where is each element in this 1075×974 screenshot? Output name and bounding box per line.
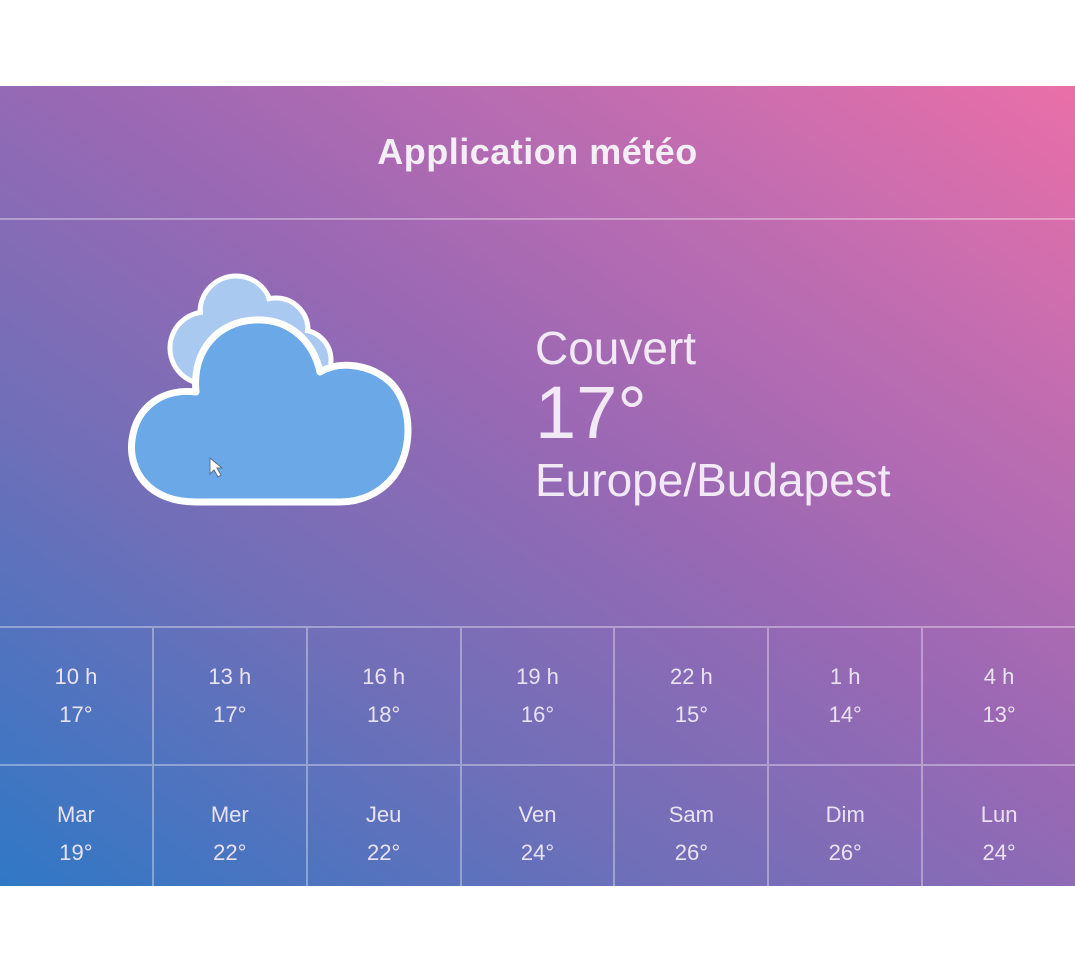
hourly-time: 13 h xyxy=(208,664,252,689)
cloudy-icon xyxy=(126,270,416,520)
hourly-forecast: 10 h 17° 13 h 17° 16 h 18° 19 h 16° 22 h… xyxy=(0,626,1075,764)
daily-day: Mar xyxy=(56,802,95,827)
app-header: Application météo xyxy=(0,86,1075,220)
daily-day: Jeu xyxy=(365,802,402,827)
hourly-temp: 18° xyxy=(367,702,401,727)
hourly-time: 16 h xyxy=(362,664,406,689)
hourly-temp: 16° xyxy=(520,702,555,727)
hourly-time: 22 h xyxy=(669,664,713,689)
daily-cell: Dim 26° xyxy=(769,766,924,886)
daily-temp: 22° xyxy=(213,840,247,865)
hourly-cell: 1 h 14° xyxy=(769,628,924,764)
daily-cell: Mar 19° xyxy=(0,766,154,886)
condition-label: Couvert xyxy=(535,322,697,374)
timezone-label: Europe/Budapest xyxy=(535,454,891,506)
daily-temp: 19° xyxy=(59,840,93,865)
daily-temp: 22° xyxy=(367,840,401,865)
daily-day: Sam xyxy=(668,802,714,827)
hourly-temp: 17° xyxy=(59,702,93,727)
daily-cell: Lun 24° xyxy=(923,766,1075,886)
daily-temp: 24° xyxy=(982,840,1016,865)
daily-cell: Sam 26° xyxy=(615,766,770,886)
daily-temp: 26° xyxy=(828,840,862,865)
app-title: Application météo xyxy=(377,131,698,172)
daily-day: Lun xyxy=(980,802,1018,827)
hourly-cell: 16 h 18° xyxy=(308,628,462,764)
daily-temp: 26° xyxy=(674,840,708,865)
hourly-temp: 15° xyxy=(674,702,708,727)
hourly-cell: 22 h 15° xyxy=(615,628,770,764)
hourly-temp: 13° xyxy=(982,702,1016,727)
hourly-cell: 19 h 16° xyxy=(462,628,616,764)
hourly-time: 4 h xyxy=(983,664,1015,689)
hourly-temp: 17° xyxy=(213,702,247,727)
hourly-time: 10 h xyxy=(54,664,98,689)
current-conditions: Couvert 17° Europe/Budapest xyxy=(535,322,891,510)
hourly-cell: 13 h 17° xyxy=(154,628,308,764)
daily-day: Ven xyxy=(518,802,557,827)
hourly-time: 1 h xyxy=(829,664,861,689)
daily-forecast: Mar 19° Mer 22° Jeu 22° Ven 24° Sam 26° … xyxy=(0,764,1075,886)
weather-app: Application météo Couvert 17° Europe/Bud… xyxy=(0,86,1075,886)
daily-day: Mer xyxy=(210,802,249,827)
current-temperature: 17° xyxy=(535,371,647,454)
daily-cell: Ven 24° xyxy=(462,766,616,886)
hourly-cell: 4 h 13° xyxy=(923,628,1075,764)
hourly-cell: 10 h 17° xyxy=(0,628,154,764)
hourly-temp: 14° xyxy=(828,702,862,727)
daily-cell: Mer 22° xyxy=(154,766,308,886)
daily-temp: 24° xyxy=(520,840,555,865)
hourly-time: 19 h xyxy=(516,664,559,689)
current-weather: Couvert 17° Europe/Budapest xyxy=(0,220,1075,626)
daily-day: Dim xyxy=(825,802,865,827)
daily-cell: Jeu 22° xyxy=(308,766,462,886)
